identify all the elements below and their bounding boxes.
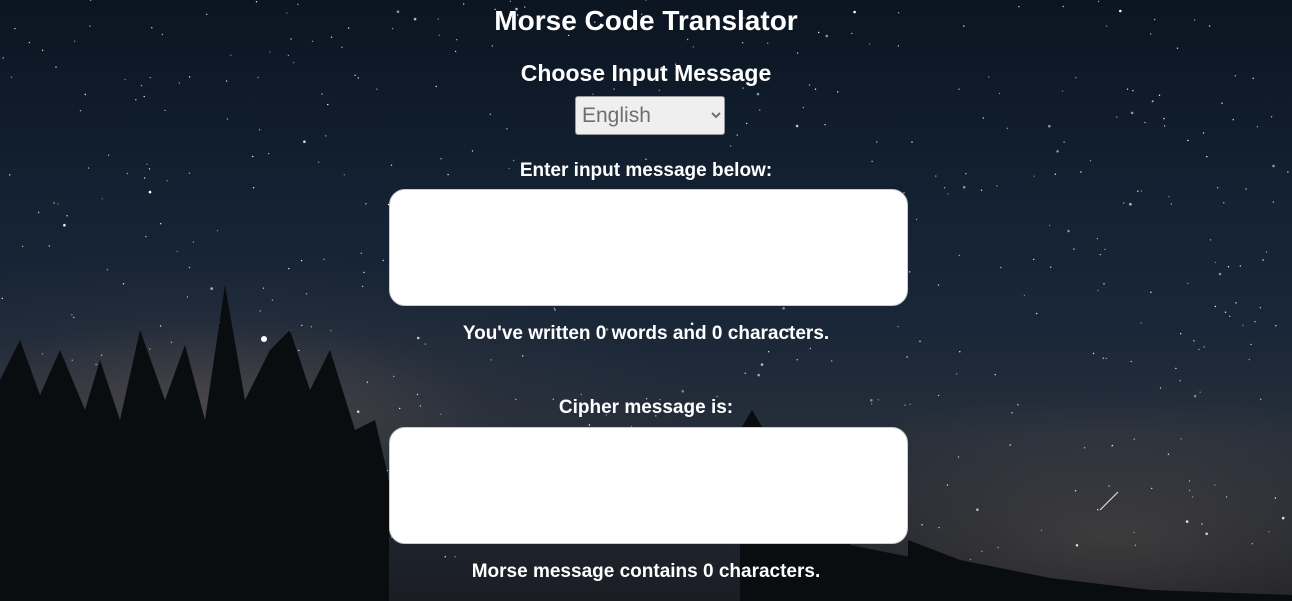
word-count-stats: You've written 0 words and 0 characters. [462,323,830,344]
cipher-message-label: Cipher message is: [558,397,734,418]
choose-input-label: Choose Input Message [520,60,772,86]
morse-char-stats: Morse message contains 0 characters. [471,561,821,582]
cipher-output-textarea[interactable] [389,427,908,544]
input-message-textarea[interactable] [389,189,908,306]
page-title: Morse Code Translator [494,5,798,36]
input-message-label: Enter input message below: [519,160,773,181]
main-content: Morse Code Translator Choose Input Messa… [0,0,1292,601]
language-select[interactable]: English [575,96,725,135]
